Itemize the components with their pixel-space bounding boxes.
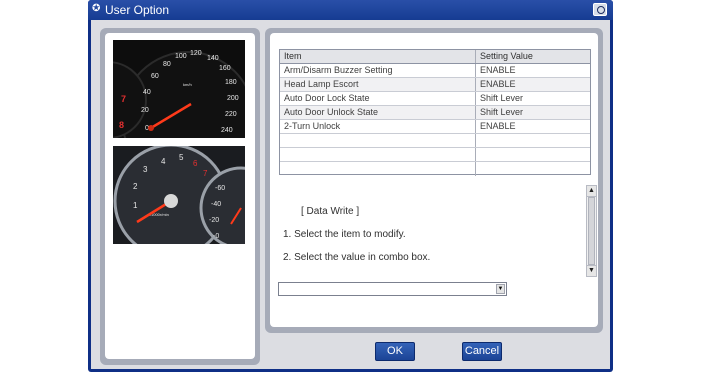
cell-item: Auto Door Unlock State <box>284 107 379 117</box>
table-row[interactable] <box>280 148 590 162</box>
cell-item: 2-Turn Unlock <box>284 121 341 131</box>
option-grid: Item Setting Value Arm/Disarm Buzzer Set… <box>279 49 591 176</box>
table-row[interactable]: 2-Turn Unlock ENABLE <box>280 120 590 134</box>
cell-value: Shift Lever <box>480 107 524 117</box>
scroll-thumb[interactable] <box>588 197 595 265</box>
svg-text:-60: -60 <box>215 185 225 192</box>
tacho-label: 7 <box>203 169 208 178</box>
value-combo-box[interactable]: ▼ <box>278 282 507 296</box>
cell-item: Arm/Disarm Buzzer Setting <box>284 65 393 75</box>
table-row[interactable]: Auto Door Unlock State Shift Lever <box>280 106 590 120</box>
cell-item: Auto Door Lock State <box>284 93 370 103</box>
speedo-label: 20 <box>141 107 149 114</box>
svg-text:-0: -0 <box>213 233 219 240</box>
speedo-label: 180 <box>225 79 237 86</box>
cell-value: Shift Lever <box>480 93 524 103</box>
table-row[interactable]: Auto Door Lock State Shift Lever <box>280 92 590 106</box>
speedo-label: 40 <box>143 89 151 96</box>
dialog-client-area: 0 20 40 60 80 100 120 140 160 180 200 22… <box>91 20 610 369</box>
instructions-title: [ Data Write ] <box>301 206 360 217</box>
cell-item: Head Lamp Escort <box>284 79 359 89</box>
instructions-text-area[interactable]: [ Data Write ] 1. Select the item to mod… <box>279 185 601 277</box>
speedo-label: 60 <box>151 73 159 80</box>
tacho-label: 1 <box>133 201 138 210</box>
window-title: User Option <box>105 3 170 17</box>
speedo-label: 240 <box>221 127 233 134</box>
app-icon: ✪ <box>92 3 101 14</box>
scroll-down-icon[interactable]: ▼ <box>587 265 596 276</box>
speedo-label: 140 <box>207 55 219 62</box>
cell-value: ENABLE <box>480 65 516 75</box>
tachometer-gauge-image: 1 2 3 4 5 6 7 x1000r/min -60 -40 -20 -0 <box>113 146 245 244</box>
svg-text:8: 8 <box>119 120 124 130</box>
instructions-line-1: 1. Select the item to modify. <box>283 229 406 240</box>
tacho-label: 6 <box>193 159 198 168</box>
speedo-label: 100 <box>175 53 187 60</box>
tacho-label: 5 <box>179 153 184 162</box>
speedometer-gauge-image: 0 20 40 60 80 100 120 140 160 180 200 22… <box>113 40 245 138</box>
speedo-label: 200 <box>227 95 239 102</box>
cell-value: ENABLE <box>480 79 516 89</box>
speedo-label: 80 <box>163 61 171 68</box>
table-row[interactable]: Head Lamp Escort ENABLE <box>280 78 590 92</box>
instructions-line-2: 2. Select the value in combo box. <box>283 252 431 263</box>
settings-panel-inner: Item Setting Value Arm/Disarm Buzzer Set… <box>270 33 598 327</box>
speedo-label: 220 <box>225 111 237 118</box>
settings-panel: Item Setting Value Arm/Disarm Buzzer Set… <box>265 28 603 333</box>
scroll-up-icon[interactable]: ▲ <box>587 186 596 197</box>
tacho-label: 3 <box>143 165 148 174</box>
svg-text:7: 7 <box>121 94 126 104</box>
tacho-label: 2 <box>133 182 138 191</box>
ok-button[interactable]: OK <box>375 342 415 361</box>
close-icon[interactable] <box>593 3 607 16</box>
column-header-item[interactable]: Item <box>280 50 476 63</box>
cell-value: ENABLE <box>480 121 516 131</box>
grid-header: Item Setting Value <box>280 50 590 64</box>
table-row[interactable] <box>280 162 590 176</box>
speedo-label: 120 <box>190 50 202 57</box>
tacho-label: 4 <box>161 157 166 166</box>
cancel-button[interactable]: Cancel <box>462 342 502 361</box>
image-panel: 0 20 40 60 80 100 120 140 160 180 200 22… <box>100 28 260 365</box>
column-header-setting-value[interactable]: Setting Value <box>476 50 590 63</box>
table-row[interactable]: Arm/Disarm Buzzer Setting ENABLE <box>280 64 590 78</box>
svg-text:-40: -40 <box>211 201 221 208</box>
speedo-label: 160 <box>219 65 231 72</box>
chevron-down-icon[interactable]: ▼ <box>496 284 505 294</box>
svg-text:-20: -20 <box>209 217 219 224</box>
instructions-scrollbar[interactable]: ▲ ▼ <box>586 185 597 277</box>
speedo-unit: km/h <box>183 82 192 87</box>
title-bar[interactable]: ✪ User Option <box>88 0 613 20</box>
table-row[interactable] <box>280 134 590 148</box>
user-option-window: ✪ User Option 0 20 40 60 80 100 120 140 … <box>88 0 613 372</box>
image-panel-inner: 0 20 40 60 80 100 120 140 160 180 200 22… <box>105 33 255 359</box>
